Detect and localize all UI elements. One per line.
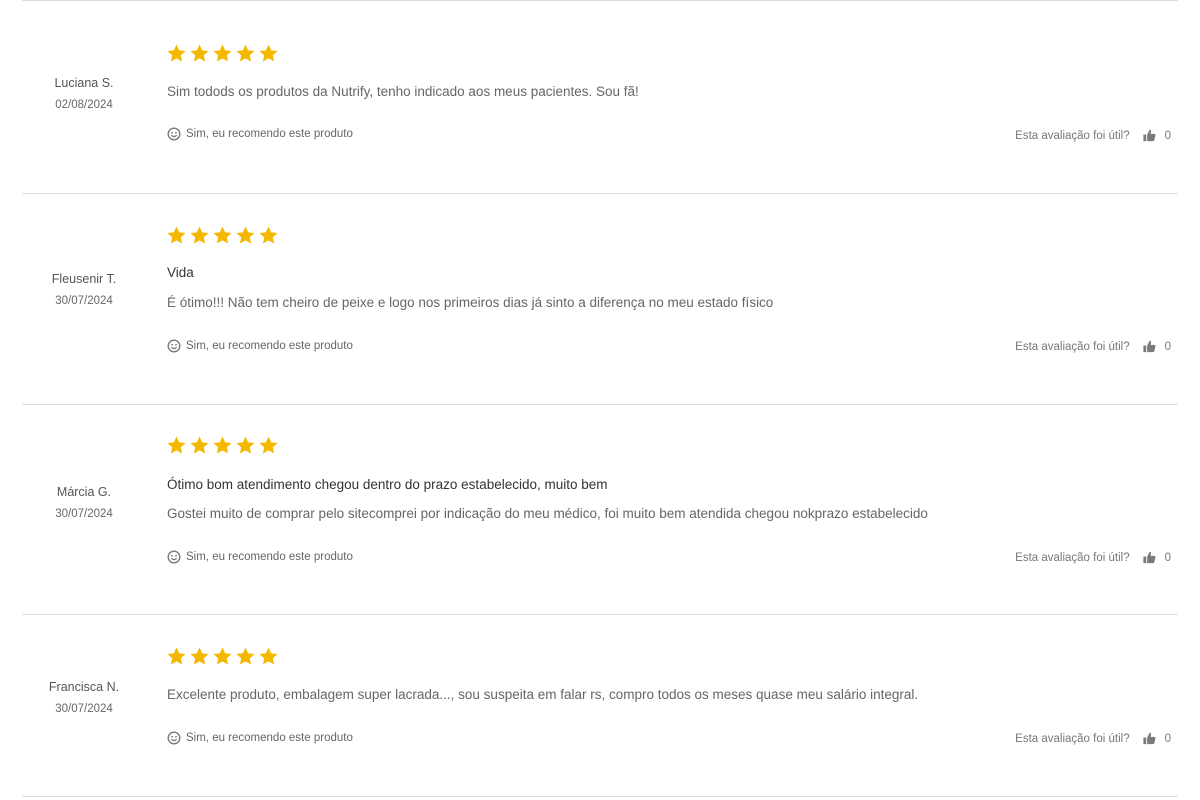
star-icon [167,436,186,454]
recommendation: Sim, eu recomendo este produto [167,127,353,141]
smiley-face-icon [167,550,181,564]
star-icon [167,226,186,244]
star-icon [259,44,278,62]
author-name: Francisca N. [48,680,120,694]
author-name: Fleusenir T. [51,272,117,286]
author-name: Luciana S. [54,76,114,90]
star-icon [213,647,232,665]
thumbs-up-icon [1142,339,1157,354]
recommend-label: Sim, eu recomendo este produto [186,340,353,352]
review-title: Vida [167,265,194,280]
review-title: Ótimo bom atendimento chegou dentro do p… [167,477,608,492]
review-date: 02/08/2024 [55,99,113,111]
recommendation: Sim, eu recomendo este produto [167,339,353,353]
helpful-button[interactable]: 0 [1142,731,1171,746]
star-rating [166,646,279,667]
review-text: Gostei muito de comprar pelo sitecomprei… [167,506,928,521]
review-date: 30/07/2024 [55,703,113,715]
author-name: Márcia G. [56,485,112,499]
recommend-label: Sim, eu recomendo este produto [186,128,353,140]
star-icon [190,647,209,665]
review-date: 30/07/2024 [55,295,113,307]
star-rating [166,225,279,246]
star-icon [236,44,255,62]
helpful-button[interactable]: 0 [1142,550,1171,565]
star-icon [213,44,232,62]
thumbs-up-icon [1142,731,1157,746]
review-text: Sim todods os produtos da Nutrify, tenho… [167,84,639,99]
star-icon [259,436,278,454]
star-icon [167,647,186,665]
review-text: É ótimo!!! Não tem cheiro de peixe e log… [167,295,774,310]
star-icon [259,647,278,665]
recommendation: Sim, eu recomendo este produto [167,550,353,564]
star-icon [236,226,255,244]
review-author: Francisca N. 30/07/2024 [24,679,144,717]
star-icon [236,647,255,665]
recommendation: Sim, eu recomendo este produto [167,731,353,745]
smiley-face-icon [167,731,181,745]
thumbs-up-icon [1142,550,1157,565]
helpful-question: Esta avaliação foi útil? [1015,129,1130,142]
helpful-count: 0 [1164,732,1171,745]
helpful-count: 0 [1164,340,1171,353]
divider [22,404,1178,405]
divider [22,614,1178,615]
helpful-button[interactable]: 0 [1142,339,1171,354]
recommend-label: Sim, eu recomendo este produto [186,732,353,744]
helpful-count: 0 [1164,551,1171,564]
star-icon [190,226,209,244]
recommend-label: Sim, eu recomendo este produto [186,551,353,563]
review-text: Excelente produto, embalagem super lacra… [167,687,919,702]
thumbs-up-icon [1142,128,1157,143]
divider [22,193,1178,194]
helpful-button[interactable]: 0 [1142,128,1171,143]
star-rating [166,43,279,64]
star-icon [190,44,209,62]
helpful-section: Esta avaliação foi útil? 0 [1015,128,1171,143]
smiley-face-icon [167,339,181,353]
review-author: Luciana S. 02/08/2024 [24,75,144,113]
star-icon [167,44,186,62]
divider-top [22,0,1178,1]
star-icon [213,226,232,244]
star-icon [213,436,232,454]
star-icon [259,226,278,244]
helpful-count: 0 [1164,129,1171,142]
helpful-section: Esta avaliação foi útil? 0 [1015,339,1171,354]
helpful-section: Esta avaliação foi útil? 0 [1015,731,1171,746]
star-rating [166,435,279,456]
review-author: Márcia G. 30/07/2024 [24,484,144,522]
helpful-question: Esta avaliação foi útil? [1015,340,1130,353]
star-icon [190,436,209,454]
review-date: 30/07/2024 [55,508,113,520]
helpful-question: Esta avaliação foi útil? [1015,732,1130,745]
helpful-section: Esta avaliação foi útil? 0 [1015,550,1171,565]
divider [22,796,1178,797]
star-icon [236,436,255,454]
smiley-face-icon [167,127,181,141]
review-author: Fleusenir T. 30/07/2024 [24,271,144,309]
helpful-question: Esta avaliação foi útil? [1015,551,1130,564]
